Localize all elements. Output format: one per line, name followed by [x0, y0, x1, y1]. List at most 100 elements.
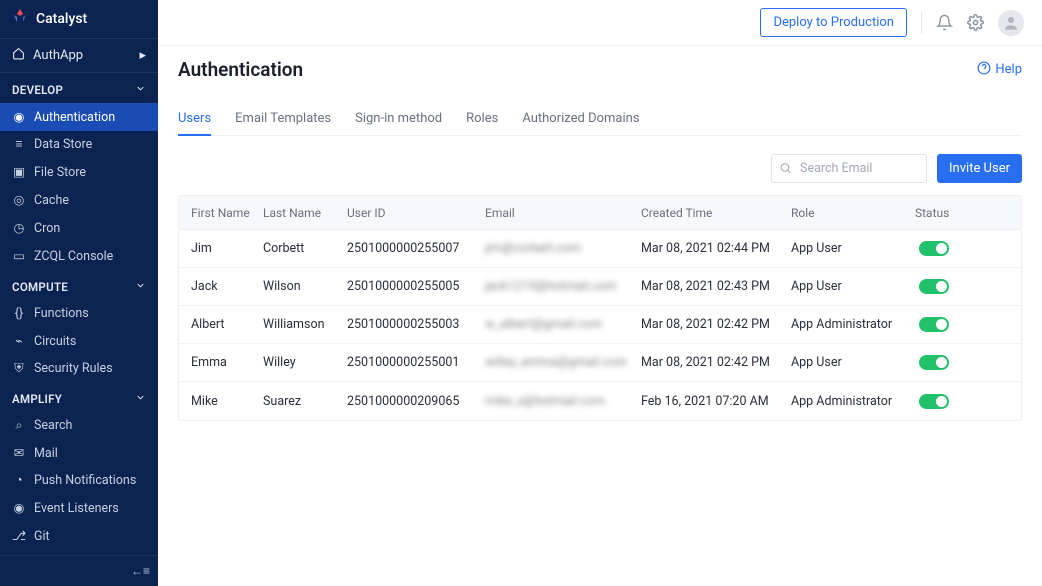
sidebar-item-circuits[interactable]: ⌁Circuits: [0, 327, 158, 355]
section-header-amplify[interactable]: AMPLIFY: [0, 382, 158, 412]
column-header: Status: [915, 206, 1025, 220]
status-toggle[interactable]: [919, 279, 949, 294]
cell-last-name: Wilson: [263, 279, 347, 294]
sidebar-item-label: Git: [34, 529, 50, 544]
cell-user-id: 2501000000209065: [347, 394, 485, 409]
chevron-down-icon: [135, 280, 146, 294]
tab-signin-method[interactable]: Sign-in method: [355, 103, 442, 135]
table-row[interactable]: Mike Suarez 2501000000209065 mike_s@hotm…: [179, 382, 1021, 420]
status-toggle[interactable]: [919, 394, 949, 409]
sidebar-item-push[interactable]: ◔ Push Notifications: [0, 467, 158, 494]
section-title: AMPLIFY: [12, 392, 62, 406]
search-icon: [779, 159, 792, 178]
column-header: First Name: [191, 206, 263, 220]
sidebar-item-security[interactable]: ⛨Security Rules: [0, 355, 158, 382]
sidebar-item-authentication[interactable]: ◉ Authentication: [0, 103, 158, 131]
tab-authorized-domains[interactable]: Authorized Domains: [522, 103, 639, 135]
cell-email: jack1215@hotmail.com: [485, 279, 641, 294]
sidebar-item-label: Security Rules: [34, 361, 113, 376]
status-toggle[interactable]: [919, 355, 949, 370]
help-link[interactable]: Help: [977, 61, 1022, 79]
cell-first-name: Emma: [191, 355, 263, 370]
cell-first-name: Albert: [191, 317, 263, 332]
cache-icon: ◎: [12, 192, 26, 208]
sidebar-item-label: Search: [34, 418, 72, 433]
notifications-icon[interactable]: [936, 14, 953, 31]
invite-user-button[interactable]: Invite User: [937, 154, 1022, 183]
topbar: Deploy to Production: [158, 0, 1042, 46]
sidebar-item-label: Mail: [34, 446, 58, 461]
user-icon: ◉: [12, 109, 26, 125]
sidebar-item-zcql[interactable]: ▭ZCQL Console: [0, 242, 158, 270]
deploy-button[interactable]: Deploy to Production: [760, 8, 907, 37]
table-row[interactable]: Emma Willey 2501000000255001 willey_emma…: [179, 344, 1021, 382]
tab-users[interactable]: Users: [178, 103, 211, 136]
cell-role: App Administrator: [791, 317, 915, 332]
sidebar-item-file-store[interactable]: ▣ File Store: [0, 158, 158, 186]
cell-email: mike_s@hotmail.com: [485, 394, 641, 409]
cell-email: w_albert@gmail.com: [485, 317, 641, 332]
cell-role: App User: [791, 241, 915, 256]
collapse-icon: ←≡: [131, 564, 150, 578]
circuits-icon: ⌁: [12, 333, 26, 349]
sidebar-item-cron[interactable]: ◷Cron: [0, 214, 158, 242]
page-title: Authentication: [178, 58, 303, 81]
caret-right-icon: ▸: [139, 48, 146, 63]
section-header-compute[interactable]: COMPUTE: [0, 270, 158, 300]
sidebar-item-mail[interactable]: ✉ Mail: [0, 439, 158, 467]
search-input[interactable]: [771, 154, 927, 183]
folder-icon: ▣: [12, 164, 26, 180]
section-header-develop[interactable]: DEVELOP: [0, 73, 158, 103]
app-selector[interactable]: AuthApp ▸: [0, 38, 158, 73]
cell-role: App Administrator: [791, 394, 915, 409]
status-toggle[interactable]: [919, 317, 949, 332]
cell-first-name: Jack: [191, 279, 263, 294]
cell-created-time: Mar 08, 2021 02:42 PM: [641, 355, 791, 370]
database-icon: ≡: [12, 137, 26, 152]
sidebar-collapse-button[interactable]: ←≡: [0, 555, 158, 586]
sidebar-item-data-store[interactable]: ≡Data Store: [0, 131, 158, 158]
table-row[interactable]: Albert Williamson 2501000000255003 w_alb…: [179, 306, 1021, 344]
brand-row[interactable]: Catalyst: [0, 0, 158, 38]
cell-role: App User: [791, 355, 915, 370]
sidebar-item-functions[interactable]: {}Functions: [0, 300, 158, 327]
bell-icon: ◔: [12, 473, 26, 488]
cell-last-name: Corbett: [263, 241, 347, 256]
sidebar-item-git[interactable]: ⎇Git: [0, 522, 158, 550]
chevron-down-icon: [135, 392, 146, 406]
avatar[interactable]: [998, 10, 1024, 36]
tab-email-templates[interactable]: Email Templates: [235, 103, 331, 135]
search-wrap: [771, 154, 927, 183]
sidebar-item-label: Functions: [34, 306, 89, 321]
column-header: Created Time: [641, 206, 791, 220]
brand-name: Catalyst: [36, 11, 87, 27]
cell-created-time: Feb 16, 2021 07:20 AM: [641, 394, 791, 409]
sidebar-item-label: Push Notifications: [34, 473, 136, 488]
sidebar-item-label: File Store: [34, 165, 86, 180]
sidebar-item-cache[interactable]: ◎Cache: [0, 186, 158, 214]
table-row[interactable]: Jack Wilson 2501000000255005 jack1215@ho…: [179, 268, 1021, 306]
table-header: First NameLast NameUser IDEmailCreated T…: [179, 196, 1021, 230]
mail-icon: ✉: [12, 445, 26, 461]
sidebar-item-search[interactable]: ⌕Search: [0, 412, 158, 439]
column-header: User ID: [347, 206, 485, 220]
cell-last-name: Williamson: [263, 317, 347, 332]
section-title: DEVELOP: [12, 83, 63, 97]
sidebar-item-label: Authentication: [34, 110, 115, 125]
settings-icon[interactable]: [967, 14, 984, 31]
users-table: First NameLast NameUser IDEmailCreated T…: [178, 195, 1022, 421]
event-icon: ◉: [12, 500, 26, 516]
app-name: AuthApp: [33, 48, 83, 63]
cell-last-name: Suarez: [263, 394, 347, 409]
cell-email: jim@corbett.com: [485, 241, 641, 256]
status-toggle[interactable]: [919, 241, 949, 256]
tab-roles[interactable]: Roles: [466, 103, 498, 135]
cell-user-id: 2501000000255005: [347, 279, 485, 294]
tabs: Users Email Templates Sign-in method Roles A…: [178, 103, 1022, 136]
table-row[interactable]: Jim Corbett 2501000000255007 jim@corbett…: [179, 230, 1021, 268]
sidebar-item-events[interactable]: ◉Event Listeners: [0, 494, 158, 522]
cell-user-id: 2501000000255001: [347, 355, 485, 370]
column-header: Email: [485, 206, 641, 220]
clock-icon: ◷: [12, 220, 26, 236]
terminal-icon: ▭: [12, 248, 26, 264]
